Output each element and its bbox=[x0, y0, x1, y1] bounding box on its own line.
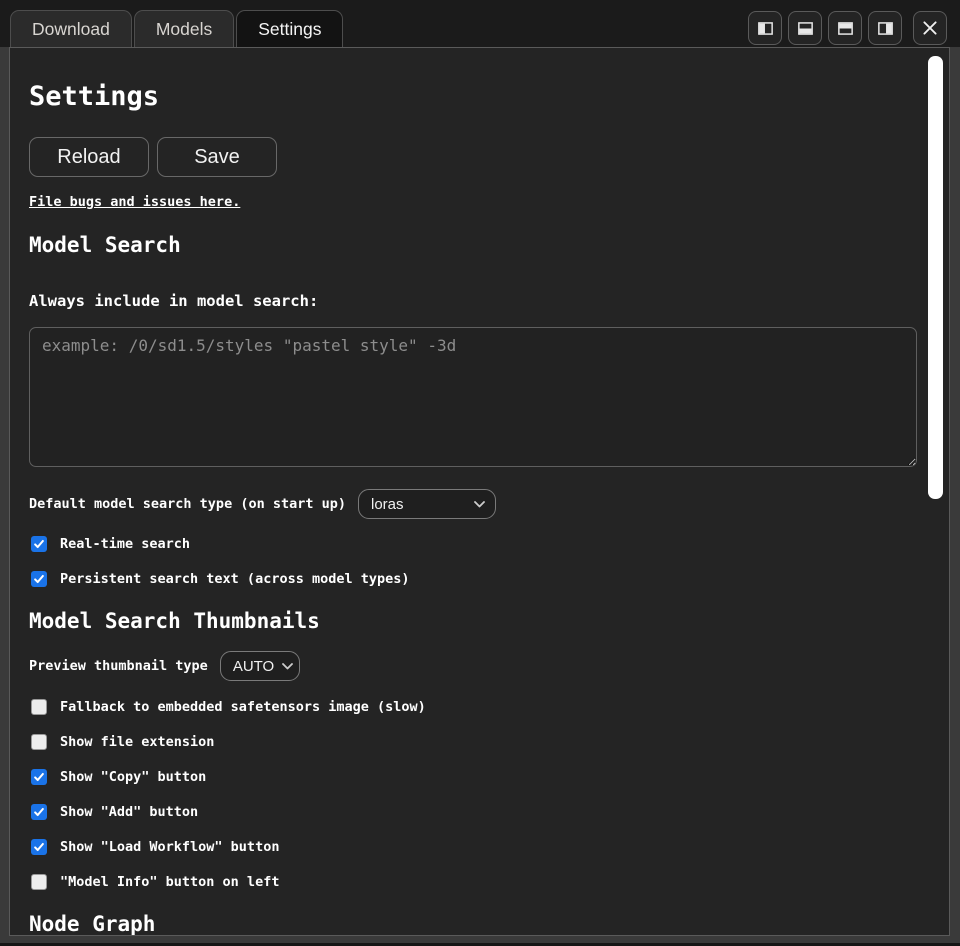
checkbox-row-model-info-button-left[interactable]: "Model Info" button on left bbox=[31, 873, 909, 890]
top-bar: Download Models Settings bbox=[0, 0, 960, 47]
checkbox-row-show-file-extension[interactable]: Show file extension bbox=[31, 733, 909, 750]
always-include-label: Always include in model search: bbox=[29, 292, 909, 310]
checkbox-label: Show "Add" button bbox=[60, 804, 198, 820]
checkbox-label: Show file extension bbox=[60, 734, 214, 750]
model-info-left-checkbox[interactable] bbox=[31, 874, 47, 890]
checkbox-label: Real-time search bbox=[60, 536, 190, 552]
node-graph-heading: Node Graph bbox=[29, 911, 909, 936]
tab-strip: Download Models Settings bbox=[10, 10, 343, 47]
default-search-type-row: Default model search type (on start up) … bbox=[29, 489, 909, 519]
checkmark-icon bbox=[33, 841, 45, 853]
page-title: Settings bbox=[29, 81, 909, 113]
tab-settings[interactable]: Settings bbox=[236, 10, 343, 47]
show-load-workflow-checkbox[interactable] bbox=[31, 839, 47, 855]
default-search-type-label: Default model search type (on start up) bbox=[29, 496, 346, 512]
dock-top-button[interactable] bbox=[828, 11, 862, 45]
checkbox-row-show-add-button[interactable]: Show "Add" button bbox=[31, 803, 909, 820]
panel-right-icon bbox=[877, 20, 894, 37]
close-button[interactable] bbox=[913, 11, 947, 45]
chevron-down-icon bbox=[474, 501, 485, 508]
checkmark-icon bbox=[33, 806, 45, 818]
show-copy-button-checkbox[interactable] bbox=[31, 769, 47, 785]
reload-button[interactable]: Reload bbox=[29, 137, 149, 177]
checkbox-row-realtime-search[interactable]: Real-time search bbox=[31, 535, 909, 552]
vertical-scrollbar-thumb[interactable] bbox=[928, 56, 943, 499]
tab-download-label: Download bbox=[32, 19, 110, 40]
dock-right-button[interactable] bbox=[868, 11, 902, 45]
close-icon bbox=[921, 19, 939, 37]
realtime-search-checkbox[interactable] bbox=[31, 536, 47, 552]
show-add-button-checkbox[interactable] bbox=[31, 804, 47, 820]
preview-thumbnail-type-label: Preview thumbnail type bbox=[29, 658, 208, 674]
checkbox-row-show-copy-button[interactable]: Show "Copy" button bbox=[31, 768, 909, 785]
preview-thumbnail-type-value: AUTO bbox=[233, 658, 274, 675]
tab-models[interactable]: Models bbox=[134, 10, 234, 47]
preview-thumbnail-type-select[interactable]: AUTO bbox=[220, 651, 300, 681]
dock-left-button[interactable] bbox=[748, 11, 782, 45]
checkbox-label: "Model Info" button on left bbox=[60, 874, 279, 890]
checkbox-row-fallback-safetensors[interactable]: Fallback to embedded safetensors image (… bbox=[31, 698, 909, 715]
persistent-search-checkbox[interactable] bbox=[31, 571, 47, 587]
thumbnails-heading: Model Search Thumbnails bbox=[29, 608, 909, 634]
action-buttons: Reload Save bbox=[29, 137, 909, 177]
tab-models-label: Models bbox=[156, 19, 212, 40]
checkbox-label: Persistent search text (across model typ… bbox=[60, 571, 410, 587]
fallback-safetensors-checkbox[interactable] bbox=[31, 699, 47, 715]
always-include-textarea[interactable] bbox=[29, 327, 917, 467]
settings-panel: Settings Reload Save File bugs and issue… bbox=[9, 47, 950, 936]
chevron-down-icon bbox=[282, 663, 293, 670]
dock-bottom-button[interactable] bbox=[788, 11, 822, 45]
checkbox-row-persistent-search[interactable]: Persistent search text (across model typ… bbox=[31, 570, 909, 587]
checkbox-label: Show "Load Workflow" button bbox=[60, 839, 279, 855]
panel-top-icon bbox=[837, 20, 854, 37]
preview-thumbnail-type-row: Preview thumbnail type AUTO bbox=[29, 651, 909, 681]
tab-settings-label: Settings bbox=[258, 19, 321, 40]
checkbox-row-show-load-workflow-button[interactable]: Show "Load Workflow" button bbox=[31, 838, 909, 855]
model-search-heading: Model Search bbox=[29, 232, 909, 258]
checkmark-icon bbox=[33, 538, 45, 550]
default-search-type-select[interactable]: loras bbox=[358, 489, 496, 519]
window-controls bbox=[748, 11, 947, 45]
tab-download[interactable]: Download bbox=[10, 10, 132, 47]
checkbox-label: Show "Copy" button bbox=[60, 769, 206, 785]
save-button[interactable]: Save bbox=[157, 137, 277, 177]
show-file-extension-checkbox[interactable] bbox=[31, 734, 47, 750]
panel-left-icon bbox=[757, 20, 774, 37]
default-search-type-value: loras bbox=[371, 496, 404, 513]
checkbox-label: Fallback to embedded safetensors image (… bbox=[60, 699, 426, 715]
file-bugs-link[interactable]: File bugs and issues here. bbox=[29, 194, 240, 211]
checkmark-icon bbox=[33, 771, 45, 783]
checkmark-icon bbox=[33, 573, 45, 585]
panel-bottom-icon bbox=[797, 20, 814, 37]
